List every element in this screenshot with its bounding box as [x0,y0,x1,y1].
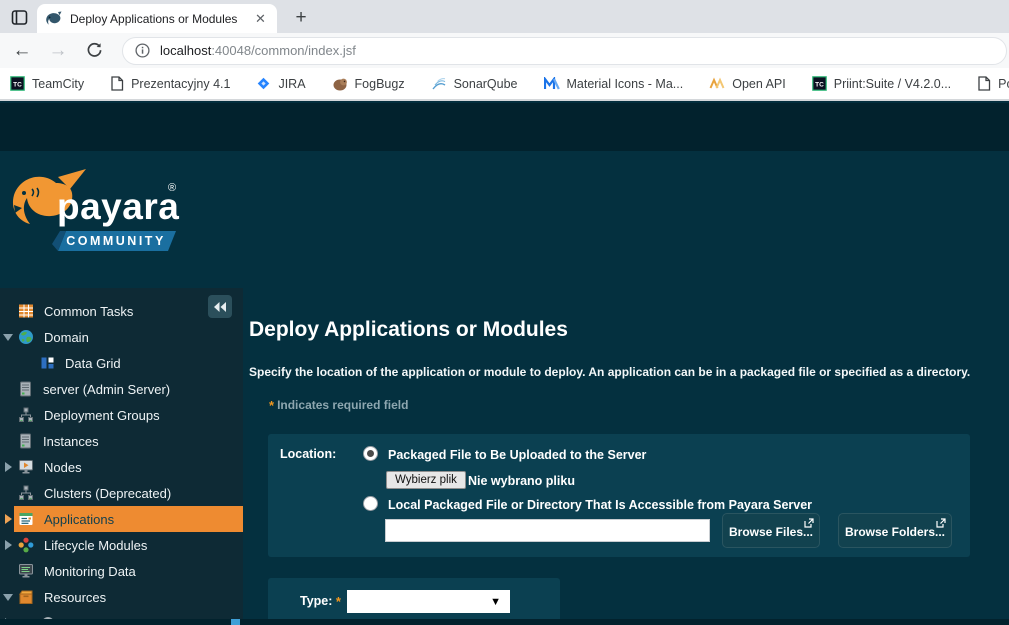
tab-strip: Deploy Applications or Modules ✕ + [0,0,1009,33]
sidebar-scrollbar[interactable] [231,619,240,625]
sidebar: Common Tasks Domain Data Grid [0,288,243,625]
bookmark-priint-suite[interactable]: TC Priint:Suite / V4.2.0... [812,76,951,91]
radio-packaged-file[interactable] [363,446,378,461]
header-band [0,103,1009,151]
sidebar-item-data-grid[interactable]: Data Grid [0,350,243,376]
browse-files-button[interactable]: Browse Files... [722,513,820,548]
fogbugz-icon [332,77,348,91]
url-text: localhost:40048/common/index.jsf [160,43,356,58]
svg-text:payara: payara [57,186,179,227]
svg-text:TC: TC [13,81,22,88]
path-input[interactable] [385,519,710,542]
type-label: Type: * [300,594,344,609]
type-fieldset: Type: * ▼ [268,578,560,625]
sidebar-item-resources[interactable]: Resources [0,584,243,610]
bookmark-fogbugz[interactable]: FogBugz [332,77,405,91]
choose-file-button[interactable]: Wybierz plik [386,471,466,489]
main-content: Deploy Applications or Modules Specify t… [243,288,1009,625]
material-icon [544,77,560,91]
page-icon [977,76,991,91]
location-fieldset: Location: Packaged File to Be Uploaded t… [268,434,970,557]
bookmark-material-icons[interactable]: Material Icons - Ma... [544,77,684,91]
data-grid-icon [40,355,55,371]
bottom-strip [0,619,1009,625]
browse-folders-button[interactable]: Browse Folders... [838,513,952,548]
tab-close-icon[interactable]: ✕ [252,10,269,27]
required-field-note: *Indicates required field [269,398,408,413]
sidebar-item-applications[interactable]: Applications [0,506,243,532]
svg-text:COMMUNITY: COMMUNITY [66,234,166,248]
server-icon [18,381,33,397]
refresh-icon[interactable] [80,37,108,65]
page-description: Specify the location of the application … [249,365,970,379]
sidebar-item-lifecycle-modules[interactable]: Lifecycle Modules [0,532,243,558]
external-link-icon [936,518,946,528]
tasks-grid-icon [18,303,34,319]
sonarqube-icon [431,77,447,91]
sidebar-item-clusters[interactable]: Clusters (Deprecated) [0,480,243,506]
sidebar-item-monitoring-data[interactable]: Monitoring Data [0,558,243,584]
option-upload-label: Packaged File to Be Uploaded to the Serv… [388,448,646,462]
jira-icon [256,76,271,91]
new-tab-button[interactable]: + [289,6,313,30]
teamcity-icon: TC [10,76,25,91]
sidebar-item-domain[interactable]: Domain [0,324,243,350]
tab-actions-menu-button[interactable] [8,6,30,28]
radio-local-file[interactable] [363,496,378,511]
bookmark-poinz[interactable]: PoinZ [977,76,1009,91]
monitoring-icon [18,563,34,579]
bookmark-sonarqube[interactable]: SonarQube [431,77,518,91]
expander-expanded-icon[interactable] [2,334,14,341]
applications-window-icon [18,511,34,527]
browser-tab[interactable]: Deploy Applications or Modules ✕ [37,4,277,33]
file-status-text: Nie wybrano pliku [468,474,575,488]
sidebar-item-server-admin[interactable]: server (Admin Server) [0,376,243,402]
forward-icon: → [44,37,72,65]
vertical-tabs-icon [11,9,28,26]
svg-text:®: ® [168,182,176,194]
sidebar-item-nodes[interactable]: Nodes [0,454,243,480]
expander-collapsed-icon[interactable] [2,514,14,524]
expander-collapsed-icon[interactable] [2,462,14,472]
node-monitor-icon [18,459,34,475]
type-select[interactable]: ▼ [347,590,510,613]
tab-title: Deploy Applications or Modules [70,12,252,26]
browser-window: Deploy Applications or Modules ✕ + ← → l… [0,0,1009,625]
select-arrow-icon: ▼ [490,596,501,608]
required-star: * [269,398,274,413]
cluster-icon [18,485,34,501]
page-icon [110,76,124,91]
expander-collapsed-icon[interactable] [2,540,14,550]
bookmark-openapi[interactable]: Open API [709,77,786,91]
sidebar-item-common-tasks[interactable]: Common Tasks [0,298,243,324]
openapi-icon [709,77,725,91]
site-info-icon[interactable] [135,43,150,58]
server-icon [18,433,33,449]
globe-icon [18,329,34,345]
payara-admin-console: payara ® COMMUNITY Common Tasks [0,103,1009,625]
external-link-icon [804,518,814,528]
bookmarks-bar: TC TeamCity Prezentacyjny 4.1 JIRA [0,68,1009,101]
option-local-label: Local Packaged File or Directory That Is… [388,498,812,512]
address-bar[interactable]: localhost:40048/common/index.jsf [122,37,1007,65]
sidebar-item-instances[interactable]: Instances [0,428,243,454]
teamcity-icon: TC [812,76,827,91]
group-nodes-icon [18,407,34,423]
expander-expanded-icon[interactable] [2,594,14,601]
payara-community-logo: payara ® COMMUNITY [10,161,185,259]
page-title: Deploy Applications or Modules [249,318,568,342]
sidebar-item-deployment-groups[interactable]: Deployment Groups [0,402,243,428]
bookmark-jira[interactable]: JIRA [256,76,305,91]
lifecycle-icon [18,537,34,553]
back-icon[interactable]: ← [8,37,36,65]
resources-box-icon [18,589,34,605]
svg-text:TC: TC [815,81,824,88]
browser-toolbar: ← → localhost:40048/common/index.jsf [0,33,1009,68]
sidebar-tree: Common Tasks Domain Data Grid [0,298,243,625]
payara-favicon [45,11,62,26]
bookmark-teamcity[interactable]: TC TeamCity [10,76,84,91]
bookmark-prezentacyjny[interactable]: Prezentacyjny 4.1 [110,76,230,91]
location-label: Location: [280,447,336,461]
